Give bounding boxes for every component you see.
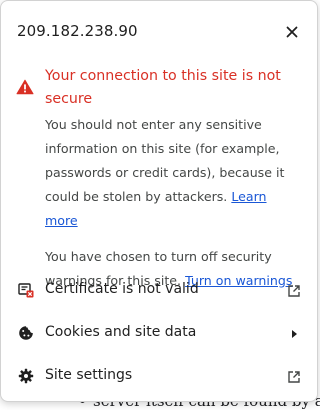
popup-header: 209.182.238.90	[16, 21, 302, 45]
menu-item-site-settings[interactable]: Site settings	[1, 355, 317, 398]
site-info-popup: 209.182.238.90 Your connection to this s…	[0, 0, 318, 402]
close-icon	[286, 26, 298, 38]
chevron-right-icon	[287, 326, 301, 340]
menu-item-label: Cookies and site data	[45, 324, 197, 340]
menu-item-cookies[interactable]: Cookies and site data	[1, 312, 317, 355]
gear-icon	[18, 368, 34, 384]
security-warning: Your connection to this site is not secu…	[16, 65, 303, 293]
site-address: 209.182.238.90	[17, 22, 138, 40]
warning-description: You should not enter any sensitive infor…	[45, 113, 303, 233]
warning-description-block: You should not enter any sensitive infor…	[45, 113, 303, 293]
close-button[interactable]	[284, 24, 300, 40]
cookie-icon	[18, 325, 34, 341]
warning-text: Your connection to this site is not secu…	[45, 65, 303, 293]
certificate-error-icon	[18, 282, 34, 298]
external-link-icon	[287, 283, 301, 297]
warning-triangle-icon	[16, 79, 34, 95]
menu-item-label: Certificate is not valid	[45, 281, 199, 297]
warning-title: Your connection to this site is not secu…	[45, 68, 281, 107]
site-info-menu: Certificate is not valid Cookies and sit…	[1, 269, 317, 398]
external-link-icon	[287, 369, 301, 383]
menu-item-label: Site settings	[45, 367, 133, 383]
menu-item-certificate[interactable]: Certificate is not valid	[1, 269, 317, 312]
